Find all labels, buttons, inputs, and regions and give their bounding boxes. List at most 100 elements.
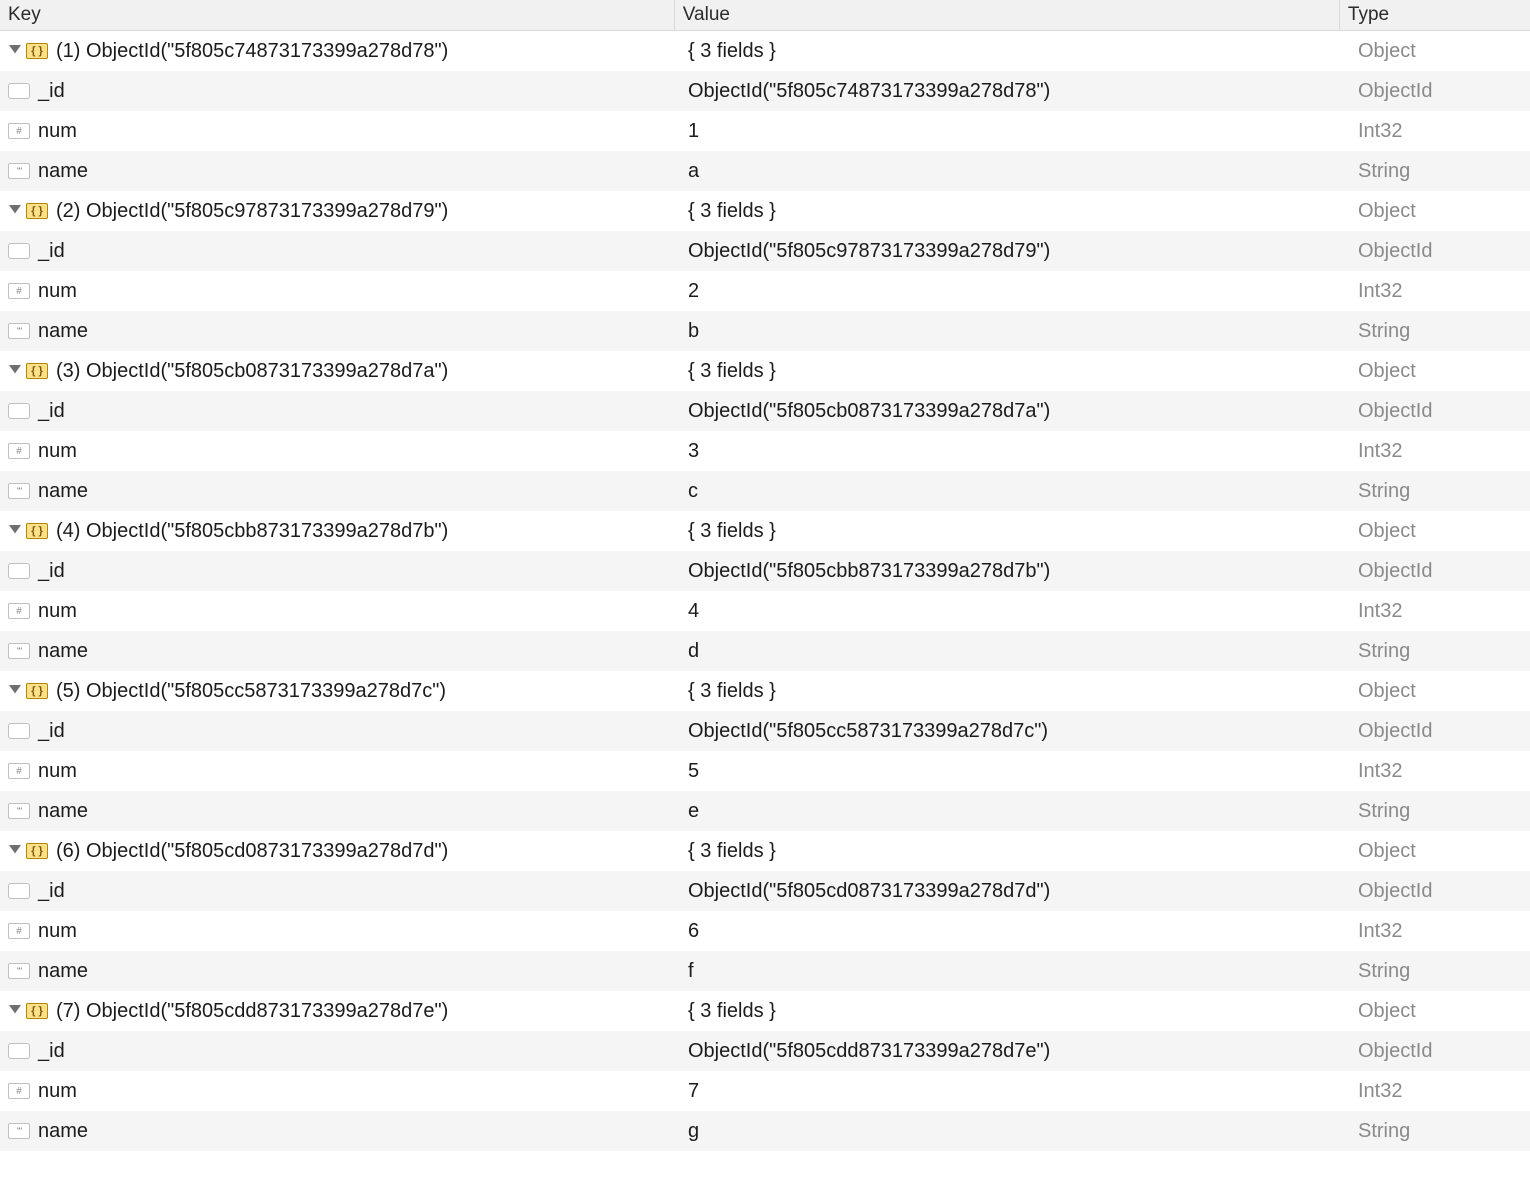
- table-row[interactable]: ""nameaString: [0, 151, 1530, 191]
- table-row[interactable]: #num2Int32: [0, 271, 1530, 311]
- table-row[interactable]: #num4Int32: [0, 591, 1530, 631]
- document-tree: Key Value Type { } (1) ObjectId("5f805c74…: [0, 0, 1530, 1151]
- row-type: ObjectId: [1358, 1040, 1432, 1063]
- row-type: Object: [1358, 1000, 1416, 1023]
- row-key: num: [38, 120, 77, 143]
- row-key: (5) ObjectId("5f805cc5873173399a278d7c"): [56, 680, 446, 703]
- document-icon: { }: [26, 363, 48, 379]
- row-type: ObjectId: [1358, 880, 1432, 903]
- objectid-icon: [8, 563, 30, 579]
- table-row[interactable]: { }(6) ObjectId("5f805cd0873173399a278d7…: [0, 831, 1530, 871]
- table-row[interactable]: _idObjectId("5f805cd0873173399a278d7d")O…: [0, 871, 1530, 911]
- row-value: a: [688, 160, 699, 183]
- chevron-down-icon[interactable]: [8, 525, 22, 537]
- objectid-icon: [8, 83, 30, 99]
- int-icon: #: [8, 443, 30, 459]
- table-row[interactable]: ""namegString: [0, 1111, 1530, 1151]
- table-row[interactable]: _idObjectId("5f805cbb873173399a278d7b")O…: [0, 551, 1530, 591]
- row-type: String: [1358, 960, 1410, 983]
- table-row[interactable]: { }(3) ObjectId("5f805cb0873173399a278d7…: [0, 351, 1530, 391]
- table-row[interactable]: ""namebString: [0, 311, 1530, 351]
- row-value: { 3 fields }: [688, 40, 776, 63]
- chevron-down-icon[interactable]: [8, 845, 22, 857]
- row-type: Object: [1358, 840, 1416, 863]
- row-value: 2: [688, 280, 699, 303]
- row-key: num: [38, 760, 77, 783]
- table-row[interactable]: _idObjectId("5f805c97873173399a278d79")O…: [0, 231, 1530, 271]
- row-value: 4: [688, 600, 699, 623]
- int-icon: #: [8, 763, 30, 779]
- column-header-type[interactable]: Type: [1340, 0, 1530, 30]
- row-value: ObjectId("5f805cdd873173399a278d7e"): [688, 1040, 1050, 1063]
- row-value: ObjectId("5f805cb0873173399a278d7a"): [688, 400, 1050, 423]
- row-value: { 3 fields }: [688, 1000, 776, 1023]
- chevron-down-icon[interactable]: [8, 1005, 22, 1017]
- row-value: e: [688, 800, 699, 823]
- string-icon: "": [8, 163, 30, 179]
- row-type: Object: [1358, 360, 1416, 383]
- string-icon: "": [8, 643, 30, 659]
- table-row[interactable]: { }(5) ObjectId("5f805cc5873173399a278d7…: [0, 671, 1530, 711]
- row-type: String: [1358, 640, 1410, 663]
- row-value: ObjectId("5f805c74873173399a278d78"): [688, 80, 1050, 103]
- table-row[interactable]: ""namecString: [0, 471, 1530, 511]
- chevron-down-icon[interactable]: [8, 45, 22, 57]
- table-row[interactable]: #num5Int32: [0, 751, 1530, 791]
- row-value: g: [688, 1120, 699, 1143]
- table-row[interactable]: _idObjectId("5f805cb0873173399a278d7a")O…: [0, 391, 1530, 431]
- row-key: _id: [38, 240, 65, 263]
- column-headers: Key Value Type: [0, 0, 1530, 31]
- row-value: { 3 fields }: [688, 200, 776, 223]
- row-key: (6) ObjectId("5f805cd0873173399a278d7d"): [56, 840, 448, 863]
- row-key: _id: [38, 80, 65, 103]
- row-value: { 3 fields }: [688, 680, 776, 703]
- objectid-icon: [8, 723, 30, 739]
- table-row[interactable]: ""nameeString: [0, 791, 1530, 831]
- row-type: Object: [1358, 40, 1416, 63]
- row-value: 7: [688, 1080, 699, 1103]
- table-row[interactable]: { }(4) ObjectId("5f805cbb873173399a278d7…: [0, 511, 1530, 551]
- table-row[interactable]: #num6Int32: [0, 911, 1530, 951]
- column-header-key[interactable]: Key: [0, 0, 675, 30]
- rows-container: { } (1) ObjectId("5f805c74873173399a278d7…: [0, 31, 1530, 1151]
- row-key: num: [38, 280, 77, 303]
- row-value: 5: [688, 760, 699, 783]
- row-key: num: [38, 1080, 77, 1103]
- row-key: name: [38, 1120, 88, 1143]
- table-row[interactable]: { } (1) ObjectId("5f805c74873173399a278d7…: [0, 31, 1530, 71]
- chevron-down-icon[interactable]: [8, 685, 22, 697]
- row-key: (4) ObjectId("5f805cbb873173399a278d7b"): [56, 520, 448, 543]
- table-row[interactable]: ""namedString: [0, 631, 1530, 671]
- objectid-icon: [8, 883, 30, 899]
- table-row[interactable]: _id ObjectId("5f805c74873173399a278d78") O…: [0, 71, 1530, 111]
- row-type: ObjectId: [1358, 720, 1432, 743]
- row-type: Int32: [1358, 1080, 1402, 1103]
- table-row[interactable]: _idObjectId("5f805cc5873173399a278d7c")O…: [0, 711, 1530, 751]
- document-icon: { }: [26, 203, 48, 219]
- row-value: b: [688, 320, 699, 343]
- row-type: String: [1358, 320, 1410, 343]
- chevron-down-icon[interactable]: [8, 365, 22, 377]
- row-key: _id: [38, 400, 65, 423]
- table-row[interactable]: #num7Int32: [0, 1071, 1530, 1111]
- document-icon: { }: [26, 43, 48, 59]
- row-value: { 3 fields }: [688, 840, 776, 863]
- table-row[interactable]: #num1Int32: [0, 111, 1530, 151]
- row-value: d: [688, 640, 699, 663]
- chevron-down-icon[interactable]: [8, 205, 22, 217]
- row-key: (1) ObjectId("5f805c74873173399a278d78"): [56, 40, 448, 63]
- row-type: ObjectId: [1358, 80, 1432, 103]
- string-icon: "": [8, 803, 30, 819]
- row-type: ObjectId: [1358, 560, 1432, 583]
- table-row[interactable]: #num3Int32: [0, 431, 1530, 471]
- column-header-value[interactable]: Value: [675, 0, 1340, 30]
- row-value: 6: [688, 920, 699, 943]
- row-value: { 3 fields }: [688, 360, 776, 383]
- row-type: Int32: [1358, 280, 1402, 303]
- row-key: _id: [38, 880, 65, 903]
- table-row[interactable]: { }(2) ObjectId("5f805c97873173399a278d7…: [0, 191, 1530, 231]
- table-row[interactable]: { }(7) ObjectId("5f805cdd873173399a278d7…: [0, 991, 1530, 1031]
- table-row[interactable]: _idObjectId("5f805cdd873173399a278d7e")O…: [0, 1031, 1530, 1071]
- table-row[interactable]: ""namefString: [0, 951, 1530, 991]
- row-key: num: [38, 920, 77, 943]
